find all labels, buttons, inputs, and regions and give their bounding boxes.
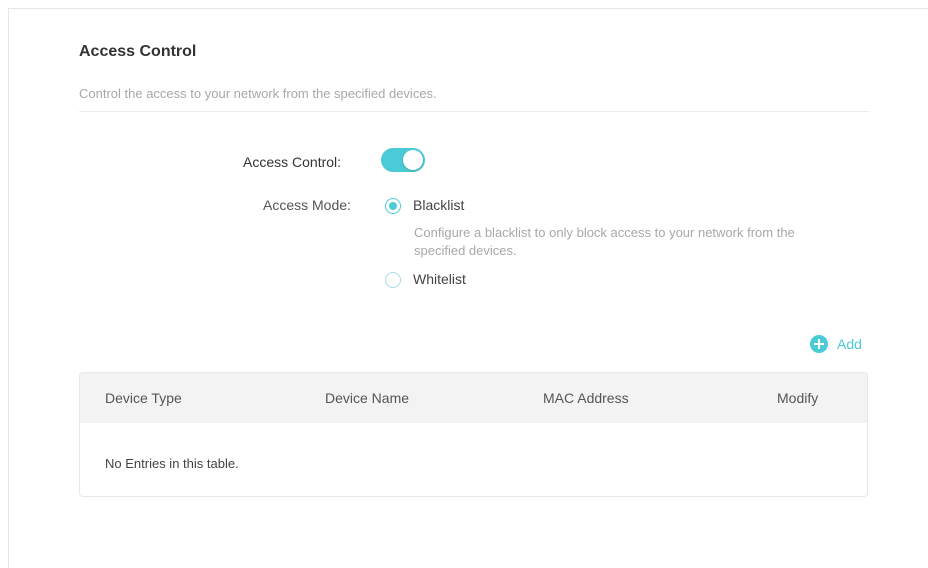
blacklist-hint: Configure a blacklist to only block acce…: [414, 225, 795, 258]
add-button[interactable]: Add: [810, 334, 862, 354]
table-header: Device Type Device Name MAC Address Modi…: [80, 373, 867, 423]
access-control-toggle[interactable]: [381, 148, 425, 172]
blacklist-radio-label[interactable]: Blacklist: [413, 197, 464, 213]
access-mode-label: Access Mode:: [263, 197, 351, 213]
plus-circle-icon: [810, 335, 828, 353]
toggle-knob: [403, 150, 423, 170]
access-control-label: Access Control:: [243, 154, 342, 170]
column-header-mac-address[interactable]: MAC Address: [543, 390, 629, 406]
blacklist-radio[interactable]: [385, 198, 401, 214]
whitelist-radio[interactable]: [385, 272, 401, 288]
column-header-device-name[interactable]: Device Name: [325, 390, 409, 406]
section-description: Control the access to your network from …: [79, 86, 437, 101]
column-header-modify[interactable]: Modify: [777, 390, 818, 406]
whitelist-radio-label[interactable]: Whitelist: [413, 271, 466, 287]
access-control-table: Device Type Device Name MAC Address Modi…: [79, 372, 868, 497]
column-header-device-type[interactable]: Device Type: [105, 390, 182, 406]
add-button-label: Add: [837, 336, 862, 352]
section-divider: [79, 111, 869, 112]
table-empty-message: No Entries in this table.: [105, 456, 239, 471]
section-title: Access Control: [79, 43, 197, 60]
